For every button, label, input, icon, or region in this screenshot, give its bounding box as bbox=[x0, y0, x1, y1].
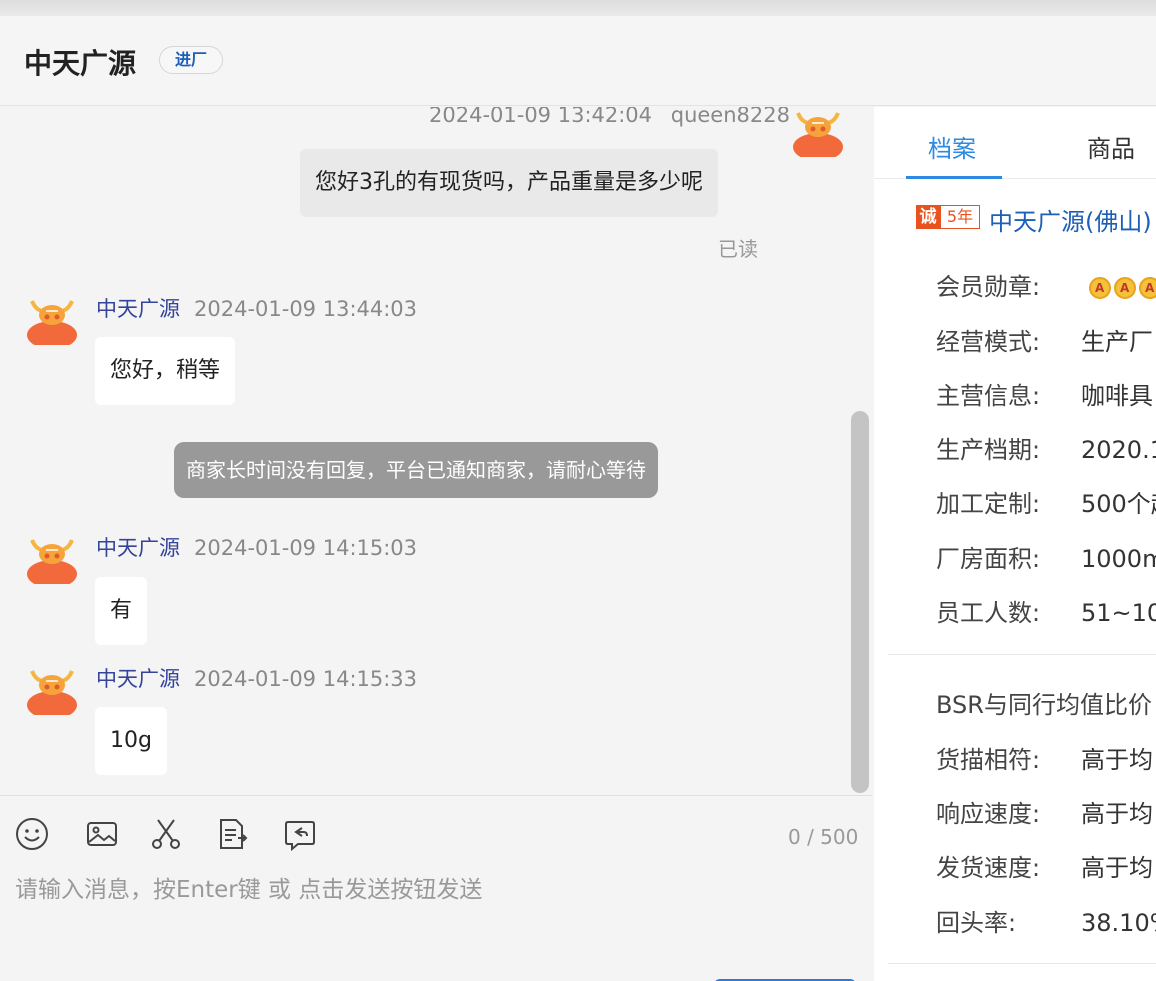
sender-name: 中天广源 bbox=[96, 297, 180, 321]
message-time: 2024-01-09 14:15:03 bbox=[194, 536, 418, 560]
info-key: 员工人数: bbox=[936, 599, 1041, 627]
message-input[interactable]: 请输入消息，按Enter键 或 点击发送按钮发送 bbox=[15, 870, 482, 904]
bsr-row: 发货速度: 高于均 bbox=[936, 848, 1153, 883]
info-value: 51~100 bbox=[1081, 599, 1156, 627]
info-value: 咖啡具 bbox=[1081, 382, 1153, 410]
bsr-key: 发货速度: bbox=[936, 854, 1041, 882]
info-row: 厂房面积: 1000m bbox=[936, 539, 1156, 574]
bsr-row: 货描相符: 高于均 bbox=[936, 740, 1153, 775]
medal-icons: A A A bbox=[1088, 277, 1156, 299]
message-bubble[interactable]: 10g bbox=[95, 707, 167, 775]
read-status: 已读 bbox=[718, 237, 758, 261]
message-meta: 2024-01-09 13:42:04 queen8228 bbox=[429, 107, 790, 127]
bsr-value: 高于均 bbox=[1081, 854, 1153, 882]
info-key: 厂房面积: bbox=[936, 545, 1041, 573]
sender-name: 中天广源 bbox=[96, 667, 180, 691]
info-row: 主营信息: 咖啡具 bbox=[936, 376, 1153, 411]
info-value: 500个起 bbox=[1081, 490, 1156, 518]
message-meta: 中天广源 2024-01-09 13:44:03 bbox=[96, 293, 417, 323]
message-username: queen8228 bbox=[670, 107, 790, 127]
merchant-avatar[interactable] bbox=[26, 532, 78, 588]
section-divider bbox=[888, 654, 1156, 655]
info-value: 1000m bbox=[1081, 545, 1156, 573]
info-row: 会员勋章: A A A bbox=[936, 267, 1156, 302]
medal-icon: A bbox=[1113, 277, 1136, 299]
info-key: 主营信息: bbox=[936, 382, 1041, 410]
chat-scrollbar[interactable] bbox=[851, 411, 869, 793]
company-name[interactable]: 中天广源(佛山) bbox=[989, 202, 1152, 237]
chat-messages[interactable]: 2024-01-09 13:42:04 queen8228 您好3孔的有现货吗，… bbox=[0, 107, 872, 795]
tab-products[interactable]: 商品 bbox=[1087, 129, 1135, 164]
bsr-section-title: BSR与同行均值比价 bbox=[936, 691, 1152, 719]
merchant-avatar[interactable] bbox=[26, 663, 78, 719]
image-icon[interactable] bbox=[84, 816, 120, 852]
merchant-info-panel: 档案 商品 诚 5年 中天广源(佛山) 会员勋章: A A A 经营模式: 生产厂… bbox=[874, 107, 1156, 981]
document-icon[interactable] bbox=[214, 816, 250, 852]
info-key: 生产档期: bbox=[936, 436, 1041, 464]
medal-icon: A bbox=[1088, 277, 1111, 299]
section-divider bbox=[888, 963, 1156, 964]
user-avatar[interactable] bbox=[792, 107, 844, 161]
info-row: 员工人数: 51~100 bbox=[936, 593, 1156, 628]
active-tab-indicator bbox=[906, 176, 1002, 179]
message-bubble[interactable]: 有 bbox=[95, 577, 148, 645]
info-value: 2020.1 bbox=[1081, 436, 1156, 464]
info-key: 经营模式: bbox=[936, 328, 1041, 356]
bsr-key: 货描相符: bbox=[936, 746, 1041, 774]
bsr-row: 回头率: 38.10% bbox=[936, 903, 1156, 938]
info-row: 经营模式: 生产厂 bbox=[936, 322, 1153, 357]
merchant-avatar[interactable] bbox=[26, 293, 78, 349]
chat-header: 中天广源 进厂 bbox=[0, 16, 1156, 106]
scissors-icon[interactable] bbox=[148, 816, 184, 852]
years-badge: 5年 bbox=[940, 205, 980, 229]
tab-profile[interactable]: 档案 bbox=[928, 129, 976, 164]
history-icon[interactable] bbox=[282, 816, 318, 852]
system-notice: 商家长时间没有回复，平台已通知商家，请耐心等待 bbox=[174, 442, 658, 498]
message-bubble[interactable]: 您好3孔的有现货吗，产品重量是多少呢 bbox=[300, 149, 718, 217]
sender-name: 中天广源 bbox=[96, 536, 180, 560]
emoji-icon[interactable] bbox=[14, 816, 50, 852]
bsr-key: 回头率: bbox=[936, 909, 1017, 937]
window-top-strip bbox=[0, 0, 1156, 16]
cheng-badge: 诚 bbox=[916, 205, 940, 229]
message-meta: 中天广源 2024-01-09 14:15:33 bbox=[96, 663, 417, 693]
char-counter: 0 / 500 bbox=[788, 825, 859, 849]
page-title: 中天广源 bbox=[24, 47, 137, 80]
bsr-key: 响应速度: bbox=[936, 800, 1041, 828]
bsr-row: 响应速度: 高于均 bbox=[936, 794, 1153, 829]
panel-tabs: 档案 商品 bbox=[874, 107, 1156, 179]
info-value: 生产厂 bbox=[1081, 328, 1153, 356]
message-time: 2024-01-09 13:42:04 bbox=[429, 107, 653, 127]
bsr-value: 高于均 bbox=[1081, 746, 1153, 774]
message-time: 2024-01-09 14:15:33 bbox=[194, 667, 418, 691]
message-meta: 中天广源 2024-01-09 14:15:03 bbox=[96, 532, 417, 562]
message-time: 2024-01-09 13:44:03 bbox=[194, 297, 418, 321]
message-bubble[interactable]: 您好，稍等 bbox=[95, 337, 236, 405]
factory-tag[interactable]: 进厂 bbox=[159, 46, 223, 74]
message-composer: 0 / 500 请输入消息，按Enter键 或 点击发送按钮发送 bbox=[0, 795, 872, 981]
info-row: 加工定制: 500个起 bbox=[936, 484, 1156, 519]
bsr-value: 38.10% bbox=[1081, 909, 1156, 937]
medal-icon: A bbox=[1138, 277, 1156, 299]
bsr-value: 高于均 bbox=[1081, 800, 1153, 828]
info-row: 生产档期: 2020.1 bbox=[936, 430, 1156, 465]
info-key: 会员勋章: bbox=[936, 273, 1041, 301]
info-key: 加工定制: bbox=[936, 490, 1041, 518]
